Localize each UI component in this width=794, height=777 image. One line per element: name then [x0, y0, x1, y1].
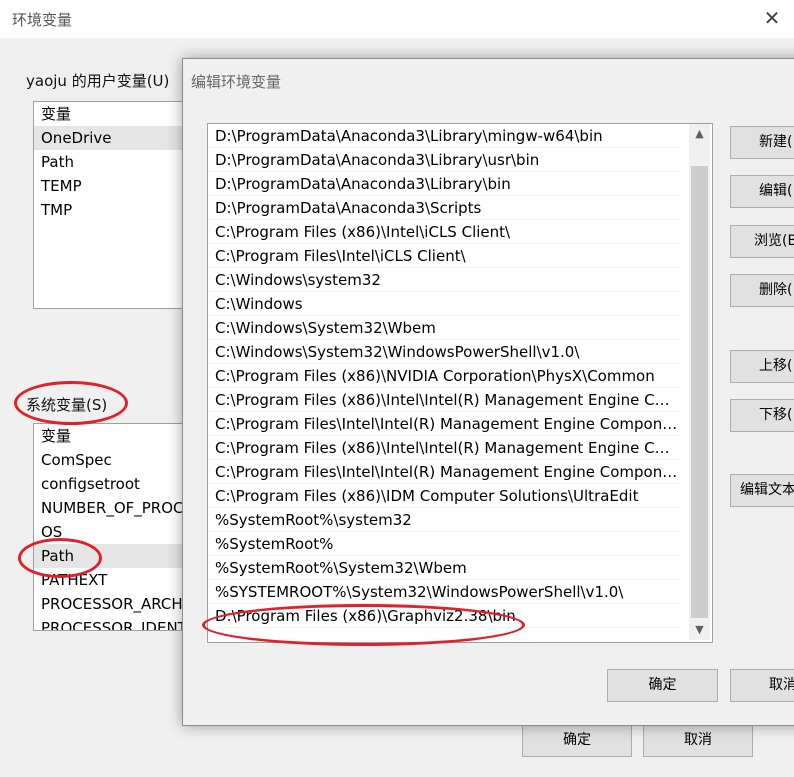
path-entry[interactable]: C:\Windows\System32\Wbem	[208, 316, 678, 340]
path-entry[interactable]: %SYSTEMROOT%\System32\WindowsPowerShell\…	[208, 580, 678, 604]
window-title: 环境变量	[12, 11, 73, 29]
path-rows: D:\ProgramData\Anaconda3\Library\mingw-w…	[208, 124, 712, 628]
path-list[interactable]: D:\ProgramData\Anaconda3\Library\mingw-w…	[207, 123, 713, 643]
path-entry[interactable]: D:\ProgramData\Anaconda3\Library\bin	[208, 172, 678, 196]
delete-button[interactable]: 删除(	[730, 274, 794, 307]
path-entry[interactable]: C:\Windows	[208, 292, 678, 316]
env-ok-button[interactable]: 确定	[522, 724, 632, 757]
path-entry[interactable]: C:\Program Files\Intel\Intel(R) Manageme…	[208, 412, 678, 436]
new-button[interactable]: 新建(	[730, 126, 794, 159]
scroll-up-icon[interactable]: ▲	[689, 124, 710, 144]
path-entry[interactable]: D:\Program Files (x86)\Graphviz2.38\bin	[208, 604, 678, 628]
edit-text-button[interactable]: 编辑文本	[730, 474, 794, 507]
ok-button[interactable]: 确定	[607, 669, 718, 702]
path-entry[interactable]: C:\Windows\system32	[208, 268, 678, 292]
scroll-down-icon[interactable]: ▼	[689, 620, 710, 640]
edit-environment-variable-dialog: 编辑环境变量 D:\ProgramData\Anaconda3\Library\…	[182, 58, 794, 726]
dialog-title: 编辑环境变量	[191, 73, 282, 91]
path-entry[interactable]: C:\Program Files\Intel\Intel(R) Manageme…	[208, 460, 678, 484]
browse-button[interactable]: 浏览(B	[730, 225, 794, 258]
path-entry[interactable]: C:\Program Files (x86)\NVIDIA Corporatio…	[208, 364, 678, 388]
path-entry[interactable]: C:\Program Files\Intel\iCLS Client\	[208, 244, 678, 268]
user-variables-label: yaoju 的用户变量(U)	[26, 72, 170, 90]
path-entry[interactable]: C:\Program Files (x86)\Intel\Intel(R) Ma…	[208, 436, 678, 460]
system-variables-label: 系统变量(S)	[26, 396, 108, 414]
path-entry[interactable]: C:\Windows\System32\WindowsPowerShell\v1…	[208, 340, 678, 364]
path-entry[interactable]: D:\ProgramData\Anaconda3\Library\mingw-w…	[208, 124, 678, 148]
move-down-button[interactable]: 下移(	[730, 399, 794, 432]
path-entry[interactable]: D:\ProgramData\Anaconda3\Library\usr\bin	[208, 148, 678, 172]
env-cancel-button[interactable]: 取消	[643, 724, 753, 757]
path-entry[interactable]: D:\ProgramData\Anaconda3\Scripts	[208, 196, 678, 220]
environment-variables-titlebar: 环境变量 ✕	[0, 0, 794, 38]
vertical-scrollbar[interactable]: ▲ ▼	[689, 124, 710, 640]
scrollbar-thumb[interactable]	[691, 166, 708, 618]
path-entry[interactable]: C:\Program Files (x86)\Intel\iCLS Client…	[208, 220, 678, 244]
path-entry[interactable]: %SystemRoot%	[208, 532, 678, 556]
close-icon[interactable]: ✕	[760, 6, 784, 30]
edit-button[interactable]: 编辑(	[730, 175, 794, 208]
cancel-button[interactable]: 取消	[730, 669, 794, 702]
move-up-button[interactable]: 上移(	[730, 350, 794, 383]
path-entry[interactable]: %SystemRoot%\System32\Wbem	[208, 556, 678, 580]
path-entry[interactable]: %SystemRoot%\system32	[208, 508, 678, 532]
path-entry[interactable]: C:\Program Files (x86)\IDM Computer Solu…	[208, 484, 678, 508]
path-entry[interactable]: C:\Program Files (x86)\Intel\Intel(R) Ma…	[208, 388, 678, 412]
